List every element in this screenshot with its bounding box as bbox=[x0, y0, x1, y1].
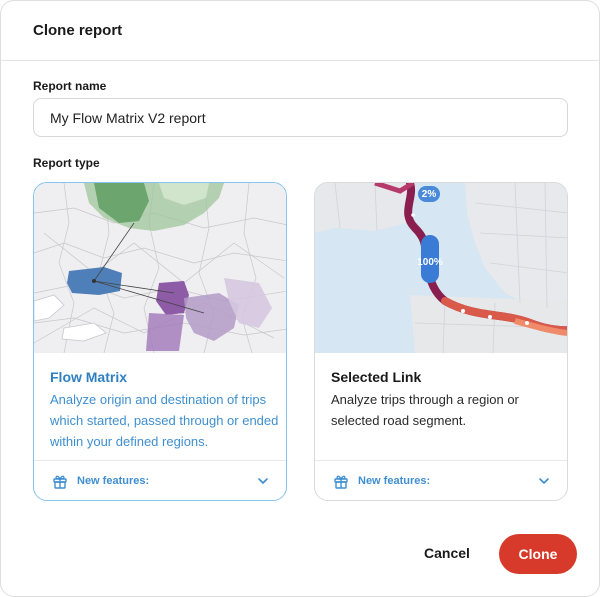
map-percent-label-top: 2% bbox=[422, 189, 437, 200]
card-description: Analyze origin and destination of trips … bbox=[50, 392, 279, 449]
clone-button[interactable]: Clone bbox=[499, 534, 577, 574]
new-features-label: New features: bbox=[77, 474, 150, 487]
flow-matrix-map-image bbox=[34, 183, 286, 353]
report-name-label: Report name bbox=[33, 79, 107, 93]
dialog-header: Clone report bbox=[1, 1, 599, 61]
report-type-card-selected-link[interactable]: 100% 2% Selected Link Analyze trips thro… bbox=[314, 182, 568, 501]
card-title: Flow Matrix bbox=[50, 369, 128, 385]
chevron-down-icon[interactable] bbox=[256, 474, 270, 488]
cancel-button[interactable]: Cancel bbox=[405, 536, 489, 570]
gift-icon bbox=[333, 473, 349, 489]
dialog-title: Clone report bbox=[33, 22, 123, 39]
new-features-toggle[interactable]: New features: bbox=[315, 460, 567, 500]
chevron-down-icon[interactable] bbox=[537, 474, 551, 488]
clone-report-dialog: Clone report Report name Report type bbox=[0, 0, 600, 597]
gift-icon bbox=[52, 473, 68, 489]
selected-link-map-image: 100% 2% bbox=[315, 183, 567, 353]
report-type-label: Report type bbox=[33, 156, 100, 170]
card-title: Selected Link bbox=[331, 369, 422, 385]
new-features-label: New features: bbox=[358, 474, 431, 487]
map-percent-label-middle: 100% bbox=[417, 257, 443, 268]
card-description: Analyze trips through a region or select… bbox=[331, 392, 519, 428]
report-name-input[interactable] bbox=[33, 98, 568, 137]
report-type-card-flow-matrix[interactable]: Flow Matrix Analyze origin and destinati… bbox=[33, 182, 287, 501]
new-features-toggle[interactable]: New features: bbox=[34, 460, 286, 500]
